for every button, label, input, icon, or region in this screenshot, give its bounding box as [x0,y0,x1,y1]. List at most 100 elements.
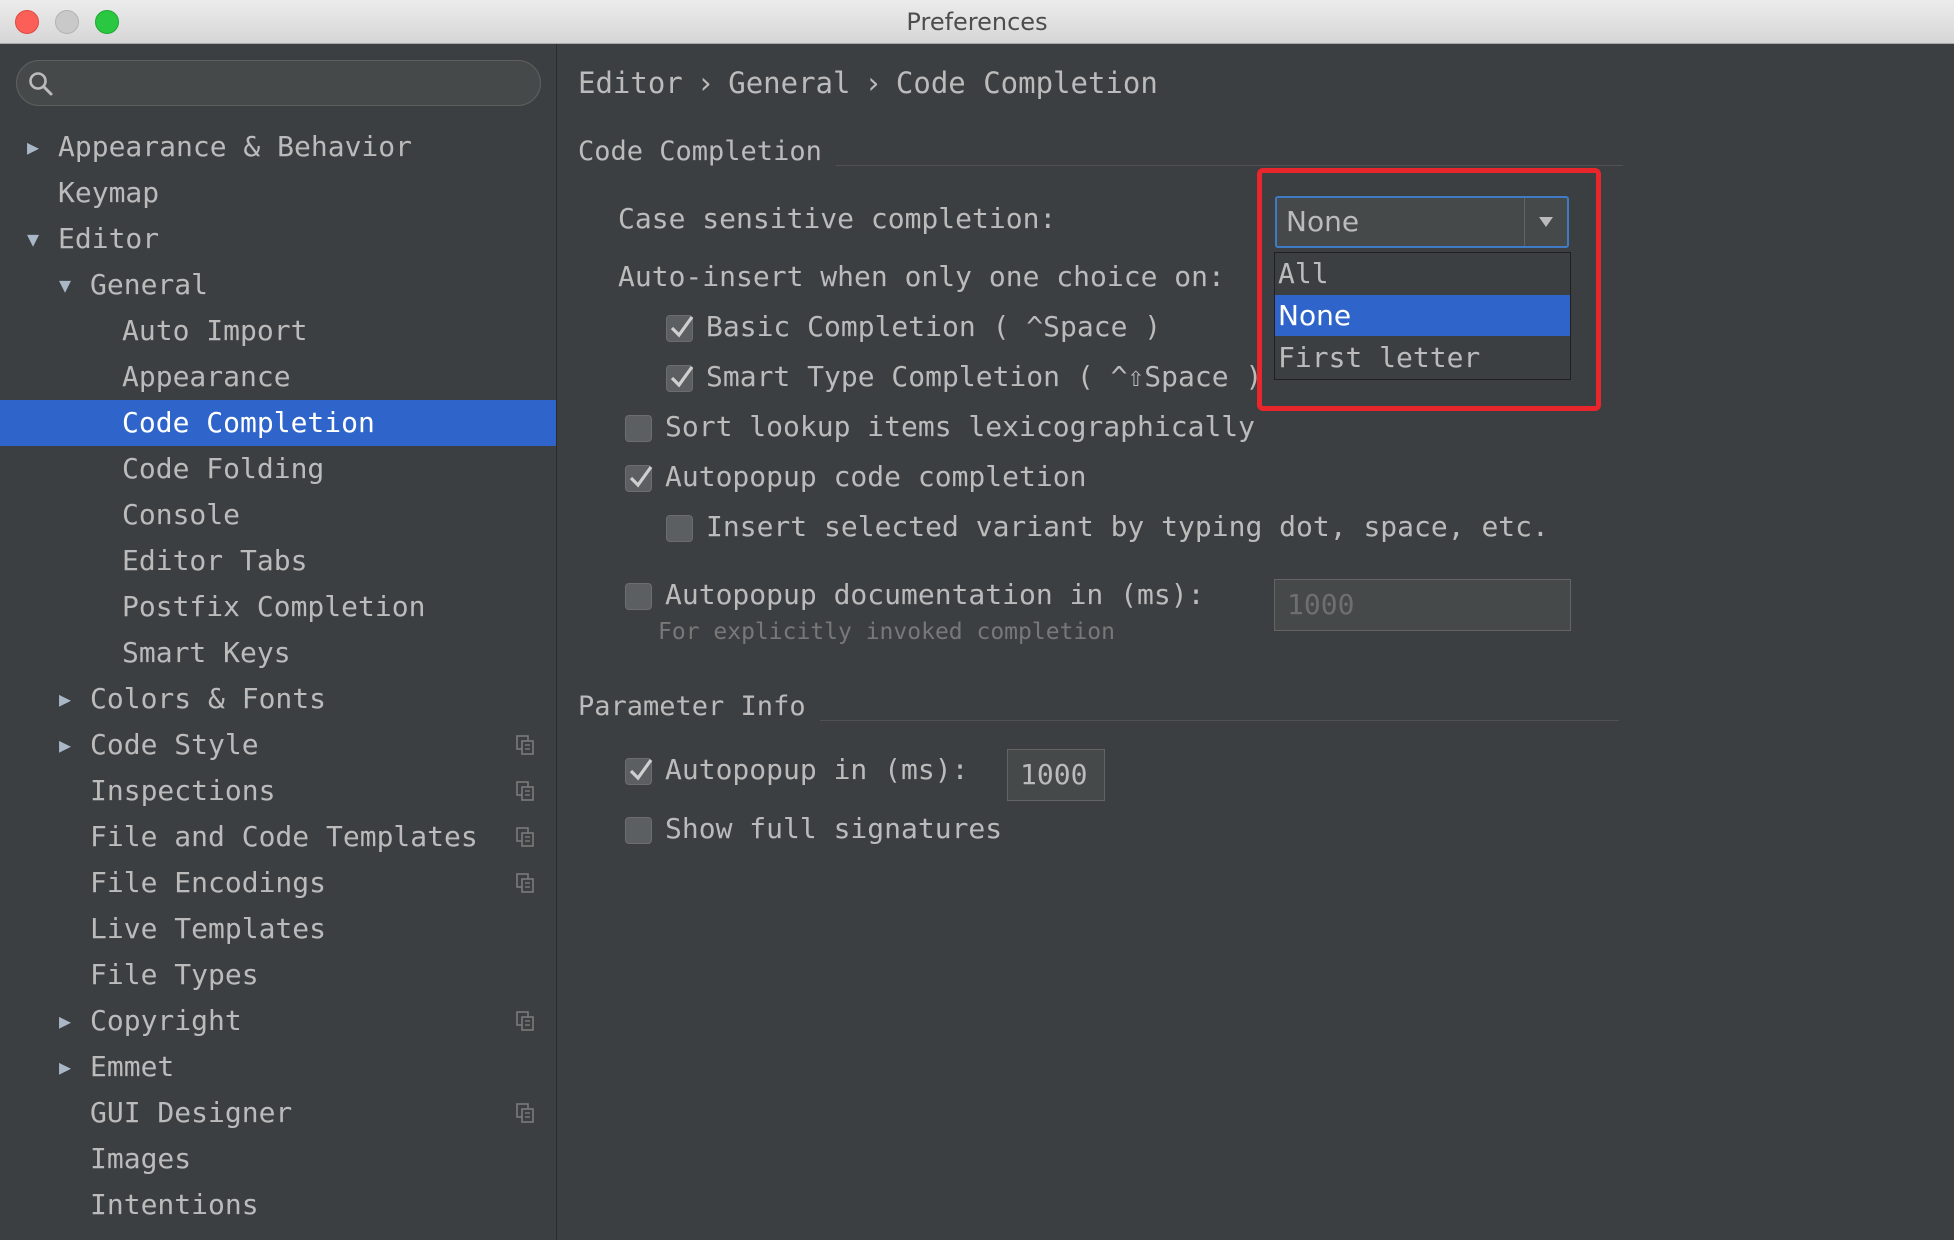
sidebar-item-colors-fonts[interactable]: ▶ Colors & Fonts [0,676,556,722]
sidebar-item-console[interactable]: Console [0,492,556,538]
sidebar-item-inspections[interactable]: Inspections [0,768,556,814]
sidebar-item-label: File and Code Templates [90,820,478,853]
sidebar-item-label: Keymap [58,176,160,209]
sidebar-item-gui-designer[interactable]: GUI Designer [0,1090,556,1136]
sidebar-item-images[interactable]: Images [0,1136,556,1182]
autopopup-doc-checkbox[interactable] [625,583,652,610]
sidebar-item-label: File Types [90,958,259,991]
sidebar-item-label: General [90,268,209,301]
sidebar-item-general[interactable]: ▼ General [0,262,556,308]
sidebar-item-file-encodings[interactable]: File Encodings [0,860,556,906]
full-signatures-label[interactable]: Show full signatures [665,812,1002,845]
sidebar-item-appearance[interactable]: Appearance [0,354,556,400]
autopopup-doc-label[interactable]: Autopopup documentation in (ms): [665,578,1204,611]
checkmark-icon [629,466,653,488]
sidebar-item-label: Colors & Fonts [90,682,327,715]
sidebar-item-label: Console [122,498,241,531]
param-autopopup-input[interactable]: 1000 [1007,749,1105,801]
sidebar-item-postfix-completion[interactable]: Postfix Completion [0,584,556,630]
expand-arrow-icon[interactable]: ▶ [59,1044,71,1090]
settings-sidebar: ▶ Appearance & Behavior Keymap ▼ Editor ▼ Gene… [0,44,557,1240]
settings-tree: ▶ Appearance & Behavior Keymap ▼ Editor ▼ Gene… [0,124,556,1228]
sort-lookup-checkbox[interactable] [625,415,652,442]
sidebar-item-smart-keys[interactable]: Smart Keys [0,630,556,676]
sidebar-item-label: Images [90,1142,192,1175]
sidebar-item-label: Editor [58,222,160,255]
copy-icon [516,781,534,801]
sidebar-item-label: Appearance & Behavior [58,130,413,163]
expand-arrow-icon[interactable]: ▶ [59,676,71,722]
sidebar-item-live-templates[interactable]: Live Templates [0,906,556,952]
sidebar-item-label: Code Completion [122,406,375,439]
window-title: Preferences [906,8,1048,36]
sidebar-item-copyright[interactable]: ▶ Copyright [0,998,556,1044]
highlight-annotation-box [1257,168,1601,411]
sidebar-item-file-types[interactable]: File Types [0,952,556,998]
sidebar-item-intentions[interactable]: Intentions [0,1182,556,1228]
checkmark-icon [670,316,694,338]
sidebar-item-label: Auto Import [122,314,308,347]
param-autopopup-label[interactable]: Autopopup in (ms): [665,753,968,786]
sidebar-item-label: Smart Keys [122,636,291,669]
sidebar-item-label: Editor Tabs [122,544,308,577]
sidebar-item-label: Code Folding [122,452,325,485]
sidebar-item-label: Intentions [90,1188,259,1221]
sort-lookup-label[interactable]: Sort lookup items lexicographically [665,410,1255,443]
smart-type-completion-checkbox[interactable] [666,365,694,392]
sidebar-item-code-completion[interactable]: Code Completion [0,400,556,446]
expand-arrow-icon[interactable]: ▶ [59,722,71,768]
copy-icon [516,827,534,847]
expand-arrow-icon[interactable]: ▶ [59,998,71,1044]
sidebar-item-code-folding[interactable]: Code Folding [0,446,556,492]
sidebar-item-label: Live Templates [90,912,327,945]
sidebar-item-emmet[interactable]: ▶ Emmet [0,1044,556,1090]
sidebar-item-label: Emmet [90,1050,175,1083]
insert-variant-checkbox[interactable] [666,515,693,542]
autopopup-doc-hint: For explicitly invoked completion [658,619,1115,645]
expand-arrow-icon[interactable]: ▶ [27,124,39,170]
autopopup-completion-label[interactable]: Autopopup code completion [665,460,1086,493]
sidebar-item-label: Copyright [90,1004,242,1037]
sidebar-item-keymap[interactable]: Keymap [0,170,556,216]
collapse-arrow-icon[interactable]: ▼ [59,262,71,308]
sidebar-item-file-and-code-templates[interactable]: File and Code Templates [0,814,556,860]
sidebar-item-label: Inspections [90,774,276,807]
parameter-info-section-title: Parameter Info [578,691,820,722]
search-box[interactable] [16,60,541,106]
sidebar-item-code-style[interactable]: ▶ Code Style [0,722,556,768]
param-autopopup-checkbox[interactable] [625,758,653,785]
sidebar-item-editor[interactable]: ▼ Editor [0,216,556,262]
checkmark-icon [629,759,653,781]
sidebar-item-label: GUI Designer [90,1096,293,1129]
sidebar-item-label: Code Style [90,728,259,761]
case-sensitive-label: Case sensitive completion: [618,202,1057,235]
basic-completion-label[interactable]: Basic Completion ( ^Space ) [706,310,1161,343]
sidebar-item-appearance-behavior[interactable]: ▶ Appearance & Behavior [0,124,556,170]
full-signatures-checkbox[interactable] [625,817,652,844]
breadcrumb-separator: › [864,66,882,100]
basic-completion-checkbox[interactable] [666,315,694,342]
checkmark-icon [670,366,694,388]
copy-icon [516,735,534,755]
copy-icon [516,1011,534,1031]
collapse-arrow-icon[interactable]: ▼ [27,216,39,262]
autopopup-doc-input[interactable]: 1000 [1274,579,1571,631]
breadcrumb-code-completion: Code Completion [895,66,1158,100]
search-input[interactable] [65,67,529,101]
breadcrumb-separator: › [696,66,715,100]
settings-content: Editor › General › Code Completion Code Comp… [557,44,1954,1240]
sidebar-item-label: Postfix Completion [122,590,426,623]
sidebar-item-label: Appearance [122,360,291,393]
copy-icon [516,1103,534,1123]
autopopup-completion-checkbox[interactable] [625,465,653,492]
auto-insert-label: Auto-insert when only one choice on: [618,260,1225,293]
sidebar-item-auto-import[interactable]: Auto Import [0,308,556,354]
sidebar-item-editor-tabs[interactable]: Editor Tabs [0,538,556,584]
breadcrumb-general[interactable]: General [728,66,850,100]
smart-type-completion-label[interactable]: Smart Type Completion ( ^⇧Space ) [706,360,1262,393]
sidebar-item-label: File Encodings [90,866,327,899]
title-bar: Preferences [0,0,1954,44]
insert-variant-label[interactable]: Insert selected variant by typing dot, s… [706,510,1549,543]
copy-icon [516,873,534,893]
breadcrumb-editor[interactable]: Editor [578,66,683,100]
